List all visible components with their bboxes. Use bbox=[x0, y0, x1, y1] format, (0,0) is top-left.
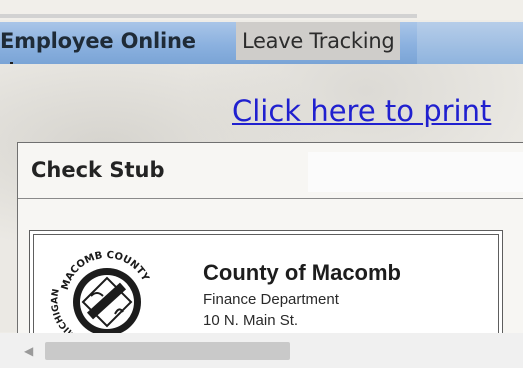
panel-header-fill bbox=[308, 152, 523, 192]
org-name: County of Macomb bbox=[203, 260, 401, 285]
scrollbar-thumb[interactable] bbox=[45, 342, 290, 360]
panel-header: Check Stub bbox=[18, 143, 523, 200]
print-link[interactable]: Click here to print bbox=[232, 94, 491, 128]
chevron-left-icon[interactable]: ◀ bbox=[24, 345, 33, 357]
org-address: 10 N. Main St. bbox=[203, 312, 299, 329]
county-seal-icon: MACOMB COUNTY MICHIGAN bbox=[35, 238, 170, 352]
panel-title: Check Stub bbox=[31, 158, 165, 182]
horizontal-scrollbar[interactable]: ◀ bbox=[0, 333, 523, 368]
tab-bar: Employee Online Leave Tracking bbox=[0, 22, 523, 64]
tab-employee-online[interactable]: Employee Online bbox=[0, 22, 196, 60]
tab-bar-filler bbox=[417, 22, 523, 64]
tab-leave-tracking[interactable]: Leave Tracking bbox=[236, 22, 401, 60]
panel-divider bbox=[18, 198, 523, 199]
department-name: Finance Department bbox=[203, 291, 339, 308]
top-divider bbox=[0, 14, 417, 18]
